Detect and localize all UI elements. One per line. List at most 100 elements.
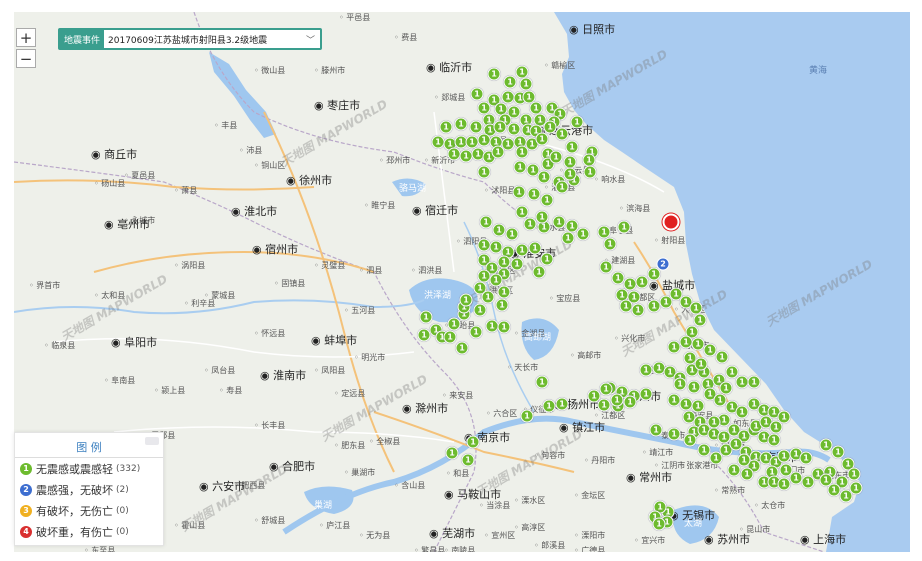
intensity-marker-green[interactable]: 1 — [512, 185, 526, 199]
intensity-marker-green[interactable]: 1 — [466, 435, 480, 449]
intensity-marker-green[interactable]: 1 — [583, 165, 597, 179]
intensity-marker-green[interactable]: 1 — [513, 160, 527, 174]
intensity-marker-green[interactable]: 1 — [445, 446, 459, 460]
intensity-marker-green[interactable]: 1 — [537, 170, 551, 184]
intensity-marker-green[interactable]: 1 — [691, 399, 705, 413]
intensity-marker-green[interactable]: 1 — [597, 398, 611, 412]
intensity-marker-blue[interactable]: 2 — [656, 257, 670, 271]
intensity-marker-green[interactable]: 1 — [527, 187, 541, 201]
intensity-marker-green[interactable]: 1 — [565, 140, 579, 154]
intensity-marker-green[interactable]: 1 — [767, 433, 781, 447]
intensity-marker-green[interactable]: 1 — [563, 167, 577, 181]
intensity-marker-green[interactable]: 1 — [487, 67, 501, 81]
intensity-marker-green[interactable]: 1 — [455, 341, 469, 355]
intensity-marker-green[interactable]: 1 — [713, 393, 727, 407]
intensity-marker-green[interactable]: 1 — [777, 477, 791, 491]
intensity-marker-green[interactable]: 1 — [419, 310, 433, 324]
intensity-marker-green[interactable]: 1 — [799, 451, 813, 465]
intensity-marker-green[interactable]: 1 — [459, 293, 473, 307]
intensity-marker-green[interactable]: 1 — [777, 449, 791, 463]
intensity-marker-green[interactable]: 1 — [779, 463, 793, 477]
intensity-marker-green[interactable]: 1 — [481, 290, 495, 304]
intensity-marker-green[interactable]: 1 — [540, 193, 554, 207]
intensity-marker-green[interactable]: 1 — [570, 115, 584, 129]
event-select-value[interactable]: 20170609江苏盐城市射阳县3.2级地震 — [104, 33, 306, 46]
intensity-marker-green[interactable]: 1 — [735, 405, 749, 419]
intensity-marker-green[interactable]: 1 — [431, 135, 445, 149]
epicenter-marker[interactable] — [662, 213, 680, 231]
intensity-marker-green[interactable]: 1 — [610, 393, 624, 407]
intensity-marker-green[interactable]: 1 — [454, 117, 468, 131]
intensity-marker-green[interactable]: 1 — [535, 375, 549, 389]
intensity-marker-green[interactable]: 1 — [447, 317, 461, 331]
intensity-marker-green[interactable]: 1 — [639, 387, 653, 401]
intensity-marker-green[interactable]: 1 — [697, 443, 711, 457]
intensity-marker-green[interactable]: 1 — [503, 75, 517, 89]
intensity-marker-green[interactable]: 1 — [687, 380, 701, 394]
zoom-in-button[interactable]: + — [16, 28, 36, 47]
intensity-marker-green[interactable]: 1 — [639, 363, 653, 377]
intensity-marker-green[interactable]: 1 — [505, 227, 519, 241]
intensity-marker-green[interactable]: 1 — [523, 217, 537, 231]
intensity-marker-green[interactable]: 1 — [535, 210, 549, 224]
intensity-marker-green[interactable]: 1 — [543, 120, 557, 134]
intensity-marker-green[interactable]: 1 — [515, 205, 529, 219]
event-select[interactable]: 地震事件 20170609江苏盐城市射阳县3.2级地震 ﹀ — [58, 28, 322, 50]
intensity-marker-green[interactable]: 1 — [599, 382, 613, 396]
intensity-marker-green[interactable]: 1 — [623, 395, 637, 409]
intensity-marker-green[interactable]: 1 — [473, 303, 487, 317]
intensity-marker-green[interactable]: 1 — [603, 237, 617, 251]
intensity-marker-green[interactable]: 1 — [673, 377, 687, 391]
intensity-marker-green[interactable]: 1 — [819, 473, 833, 487]
intensity-marker-green[interactable]: 1 — [555, 397, 569, 411]
intensity-marker-green[interactable]: 1 — [540, 252, 554, 266]
intensity-marker-green[interactable]: 1 — [528, 241, 542, 255]
legend-collapse-button[interactable] — [145, 437, 159, 445]
intensity-marker-green[interactable]: 1 — [819, 438, 833, 452]
intensity-marker-green[interactable]: 1 — [631, 303, 645, 317]
intensity-marker-green[interactable]: 1 — [515, 145, 529, 159]
intensity-marker-green[interactable]: 1 — [469, 325, 483, 339]
intensity-marker-green[interactable]: 1 — [693, 313, 707, 327]
chevron-down-icon[interactable]: ﹀ — [306, 33, 320, 46]
intensity-marker-green[interactable]: 1 — [477, 133, 491, 147]
intensity-marker-green[interactable]: 1 — [469, 120, 483, 134]
intensity-marker-green[interactable]: 1 — [549, 150, 563, 164]
intensity-marker-green[interactable]: 1 — [635, 275, 649, 289]
intensity-marker-green[interactable]: 1 — [737, 453, 751, 467]
intensity-marker-green[interactable]: 1 — [694, 357, 708, 371]
intensity-marker-green[interactable]: 1 — [831, 445, 845, 459]
intensity-marker-green[interactable]: 1 — [542, 399, 556, 413]
intensity-marker-green[interactable]: 1 — [495, 298, 509, 312]
intensity-marker-green[interactable]: 1 — [679, 397, 693, 411]
intensity-marker-green[interactable]: 1 — [715, 350, 729, 364]
intensity-marker-green[interactable]: 1 — [617, 220, 631, 234]
intensity-marker-green[interactable]: 1 — [515, 243, 529, 257]
intensity-marker-green[interactable]: 1 — [847, 467, 861, 481]
intensity-marker-green[interactable]: 1 — [649, 423, 663, 437]
intensity-marker-green[interactable]: 1 — [459, 149, 473, 163]
intensity-marker-green[interactable]: 1 — [491, 145, 505, 159]
intensity-marker-green[interactable]: 1 — [552, 215, 566, 229]
intensity-marker-green[interactable]: 1 — [709, 451, 723, 465]
intensity-marker-green[interactable]: 1 — [493, 120, 507, 134]
intensity-marker-green[interactable]: 1 — [461, 453, 475, 467]
intensity-marker-green[interactable]: 1 — [447, 147, 461, 161]
intensity-marker-green[interactable]: 1 — [555, 127, 569, 141]
intensity-marker-green[interactable]: 1 — [599, 260, 613, 274]
intensity-marker-green[interactable]: 1 — [532, 265, 546, 279]
intensity-marker-green[interactable]: 1 — [497, 285, 511, 299]
intensity-marker-green[interactable]: 1 — [510, 257, 524, 271]
intensity-marker-green[interactable]: 1 — [769, 420, 783, 434]
intensity-marker-green[interactable]: 1 — [477, 238, 491, 252]
intensity-marker-green[interactable]: 1 — [561, 231, 575, 245]
intensity-marker-green[interactable]: 1 — [479, 215, 493, 229]
intensity-marker-green[interactable]: 1 — [470, 87, 484, 101]
intensity-marker-green[interactable]: 1 — [492, 223, 506, 237]
zoom-out-button[interactable]: − — [16, 49, 36, 68]
intensity-marker-green[interactable]: 1 — [443, 330, 457, 344]
intensity-marker-green[interactable]: 1 — [439, 120, 453, 134]
intensity-marker-green[interactable]: 1 — [576, 227, 590, 241]
intensity-marker-green[interactable]: 1 — [727, 463, 741, 477]
intensity-marker-green[interactable]: 1 — [497, 255, 511, 269]
